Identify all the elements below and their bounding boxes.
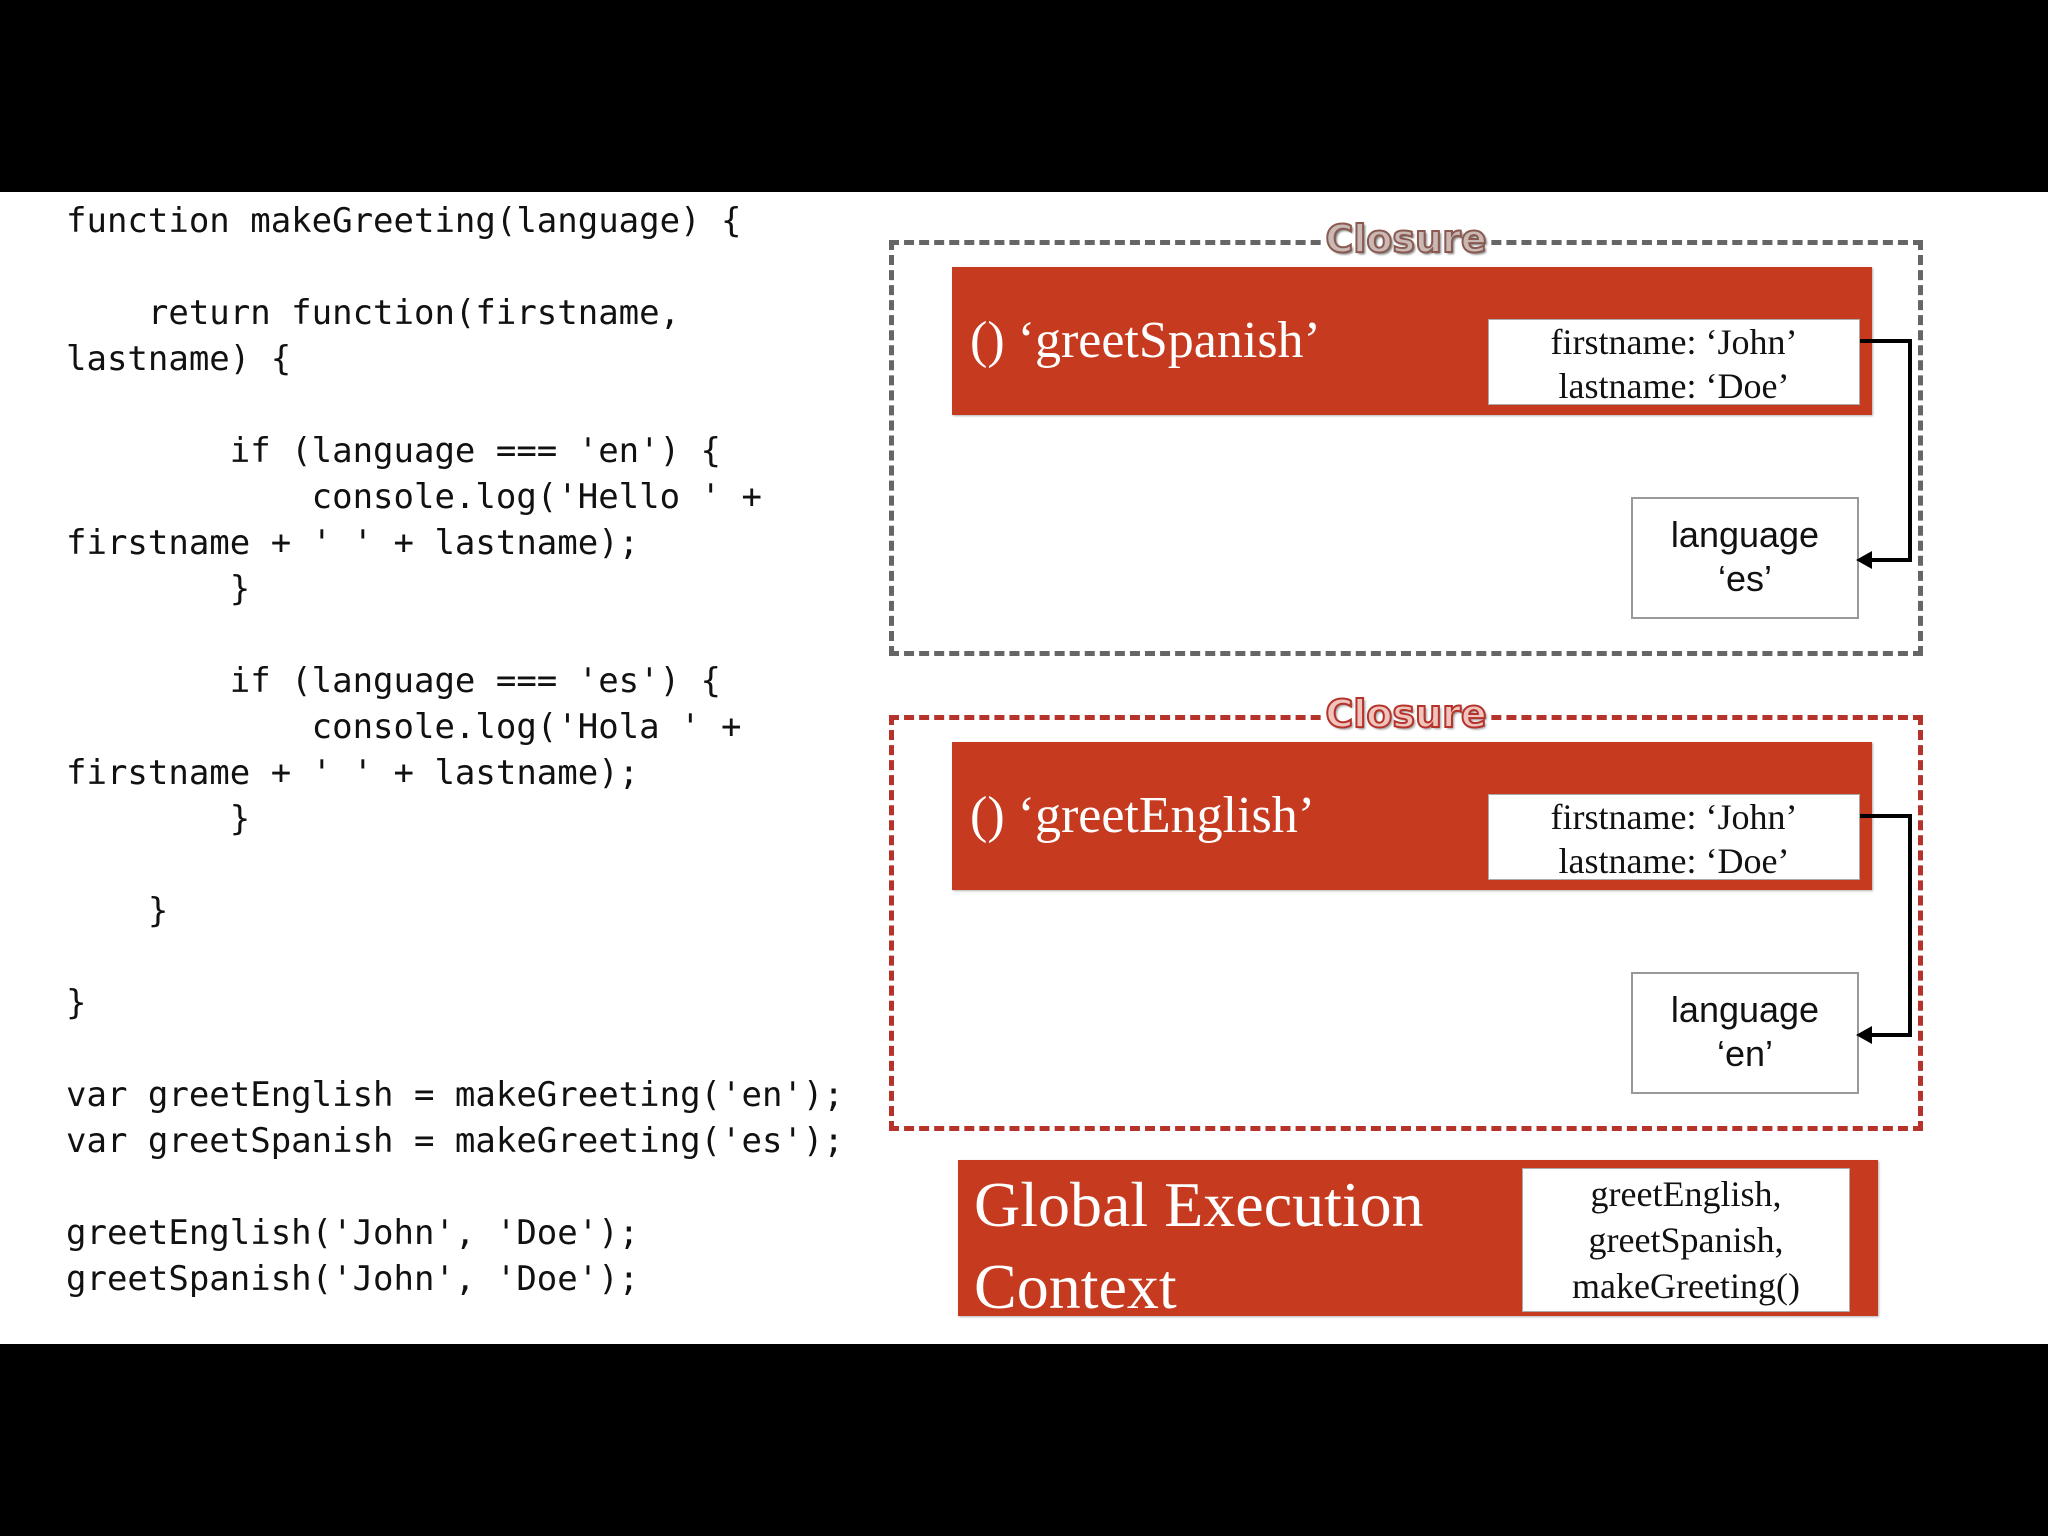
code-line: greetSpanish('John', 'Doe'); — [66, 1259, 640, 1299]
closure-greet-spanish: Closure () ‘greetSpanish’ firstname: ‘Jo… — [889, 216, 1923, 656]
code-line: if (language === 'es') { — [66, 661, 722, 701]
slide: function makeGreeting(language) { return… — [0, 192, 2048, 1344]
code-line: firstname + ' ' + lastname); — [66, 753, 640, 793]
code-line: console.log('Hola ' + — [66, 707, 742, 747]
code-block: function makeGreeting(language) { return… — [66, 198, 844, 1302]
code-line: } — [66, 983, 87, 1023]
scope-chain-arrow — [1856, 339, 1912, 569]
global-variable: makeGreeting() — [1572, 1266, 1800, 1306]
code-line: } — [66, 891, 169, 931]
global-title-line: Context — [974, 1251, 1177, 1322]
global-title-line: Global Execution — [974, 1169, 1424, 1240]
global-execution-context: Global Execution Context greetEnglish, g… — [958, 1160, 1878, 1322]
global-context-title: Global Execution Context — [974, 1164, 1514, 1328]
code-line: firstname + ' ' + lastname); — [66, 523, 640, 563]
global-variables: greetEnglish, greetSpanish, makeGreeting… — [1522, 1168, 1850, 1312]
scope-chain-arrow — [1856, 814, 1912, 1044]
code-line: console.log('Hello ' + — [66, 477, 762, 517]
code-line: function makeGreeting(language) { — [66, 201, 742, 241]
code-line: var greetSpanish = makeGreeting('es'); — [66, 1121, 844, 1161]
closure-greet-english: Closure () ‘greetEnglish’ firstname: ‘Jo… — [889, 691, 1923, 1131]
code-line: var greetEnglish = makeGreeting('en'); — [66, 1075, 844, 1115]
code-line: if (language === 'en') { — [66, 431, 722, 471]
code-line: } — [66, 569, 251, 609]
global-variable: greetSpanish, — [1588, 1220, 1784, 1260]
code-line: return function(firstname, — [66, 293, 681, 333]
code-line: greetEnglish('John', 'Doe'); — [66, 1213, 640, 1253]
code-line: lastname) { — [66, 339, 292, 379]
global-variable: greetEnglish, — [1590, 1174, 1782, 1214]
code-line: } — [66, 799, 251, 839]
